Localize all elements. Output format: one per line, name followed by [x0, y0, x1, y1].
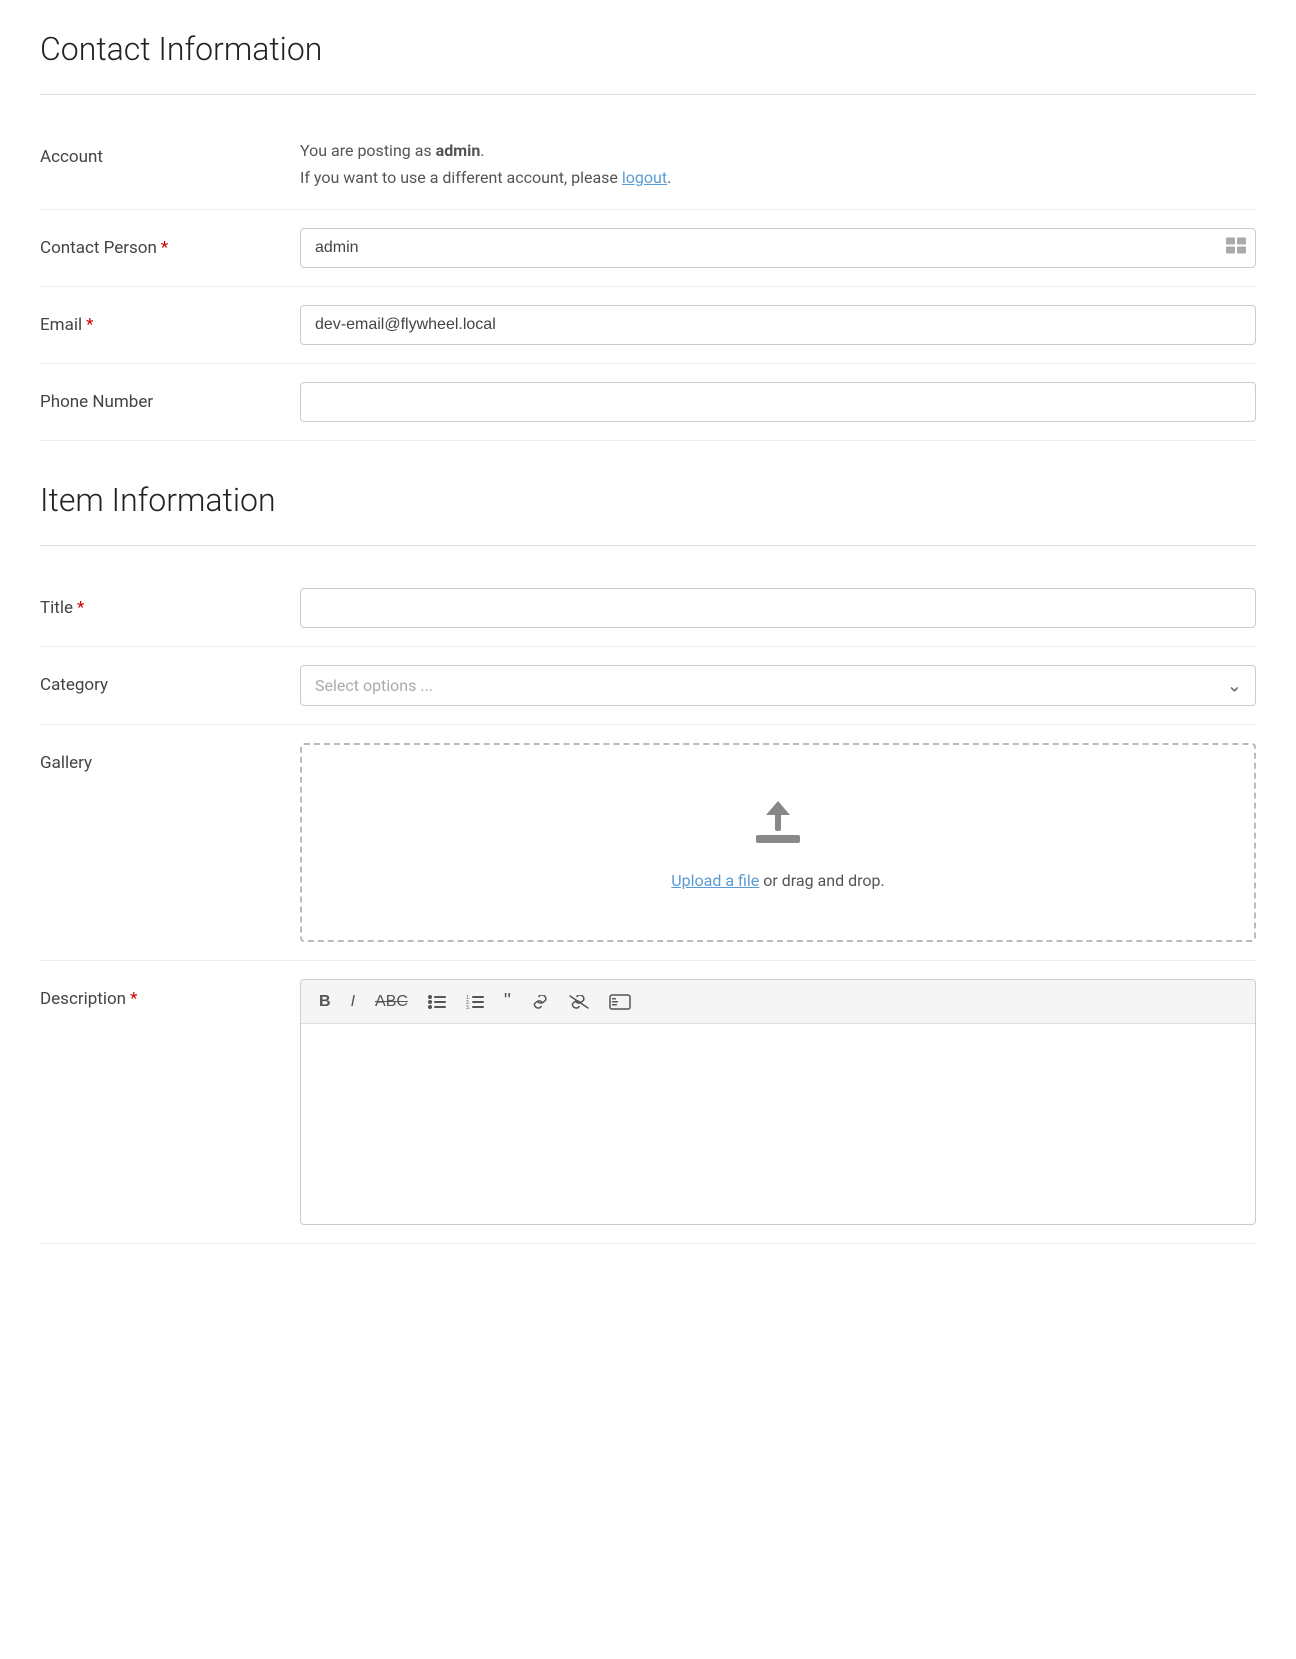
- email-required: *: [86, 315, 93, 335]
- title-row: Title*: [40, 570, 1256, 647]
- description-content[interactable]: [301, 1024, 1255, 1224]
- logout-link[interactable]: logout: [622, 168, 667, 187]
- title-input[interactable]: [300, 588, 1256, 628]
- phone-row: Phone Number: [40, 364, 1256, 441]
- upload-icon: [748, 795, 808, 855]
- title-label: Title*: [40, 588, 300, 618]
- italic-button[interactable]: I: [345, 991, 361, 1013]
- category-field-wrapper: Select options ... ⌄: [300, 665, 1256, 706]
- gallery-row: Gallery Upload a file or drag and drop.: [40, 725, 1256, 961]
- gallery-drag-text: or drag and drop.: [759, 871, 884, 890]
- item-section-title: Item Information: [40, 481, 1256, 529]
- blockquote-button[interactable]: ": [498, 988, 517, 1015]
- contact-person-icon: [1226, 238, 1246, 259]
- description-row: Description* B I ABC 1.2.3. ": [40, 961, 1256, 1244]
- account-username: admin: [436, 141, 481, 160]
- account-label: Account: [40, 137, 300, 167]
- email-field-wrapper: [300, 305, 1256, 345]
- contact-person-label: Contact Person*: [40, 228, 300, 258]
- strikethrough-button[interactable]: ABC: [369, 991, 414, 1013]
- category-select-wrapper: Select options ... ⌄: [300, 665, 1256, 706]
- phone-input[interactable]: [300, 382, 1256, 422]
- description-required: *: [130, 989, 137, 1009]
- contact-person-required: *: [161, 238, 168, 258]
- gallery-label: Gallery: [40, 743, 300, 773]
- gallery-dropzone[interactable]: Upload a file or drag and drop.: [300, 743, 1256, 942]
- contact-person-input[interactable]: [300, 228, 1256, 268]
- description-label: Description*: [40, 979, 300, 1009]
- svg-text:3.: 3.: [466, 1005, 470, 1010]
- category-label: Category: [40, 665, 300, 695]
- category-select[interactable]: Select options ... ⌄: [300, 665, 1256, 706]
- email-input[interactable]: [300, 305, 1256, 345]
- gallery-field-wrapper: Upload a file or drag and drop.: [300, 743, 1256, 942]
- bold-button[interactable]: B: [313, 991, 337, 1013]
- unordered-list-button[interactable]: [422, 992, 452, 1012]
- email-row: Email*: [40, 287, 1256, 364]
- account-line2: If you want to use a different account, …: [300, 164, 1256, 191]
- title-required: *: [77, 598, 84, 618]
- account-info: You are posting as admin. If you want to…: [300, 137, 1256, 191]
- phone-label: Phone Number: [40, 382, 300, 412]
- account-row: Account You are posting as admin. If you…: [40, 119, 1256, 210]
- source-button[interactable]: [603, 992, 637, 1012]
- phone-field-wrapper: [300, 382, 1256, 422]
- contact-divider: [40, 94, 1256, 95]
- contact-person-wrapper: [300, 228, 1256, 268]
- contact-person-field: [300, 228, 1256, 268]
- upload-file-link[interactable]: Upload a file: [671, 871, 759, 890]
- description-field-wrapper: B I ABC 1.2.3. ": [300, 979, 1256, 1225]
- email-label: Email*: [40, 305, 300, 335]
- link-button[interactable]: [525, 993, 555, 1011]
- contact-person-row: Contact Person*: [40, 210, 1256, 287]
- item-divider: [40, 545, 1256, 546]
- upload-icon-wrapper: [748, 795, 808, 855]
- category-row: Category Select options ... ⌄: [40, 647, 1256, 725]
- editor-toolbar: B I ABC 1.2.3. ": [301, 980, 1255, 1024]
- title-field-wrapper: [300, 588, 1256, 628]
- category-dropdown-icon: ⌄: [1227, 675, 1242, 696]
- unlink-button[interactable]: [563, 993, 595, 1011]
- category-placeholder: Select options ...: [315, 676, 433, 695]
- account-line1: You are posting as admin.: [300, 137, 1256, 164]
- ordered-list-button[interactable]: 1.2.3.: [460, 992, 490, 1012]
- gallery-text: Upload a file or drag and drop.: [671, 871, 884, 890]
- item-section: Item Information Title* Category Select …: [40, 481, 1256, 1244]
- contact-section-title: Contact Information: [40, 30, 1256, 78]
- description-editor: B I ABC 1.2.3. ": [300, 979, 1256, 1225]
